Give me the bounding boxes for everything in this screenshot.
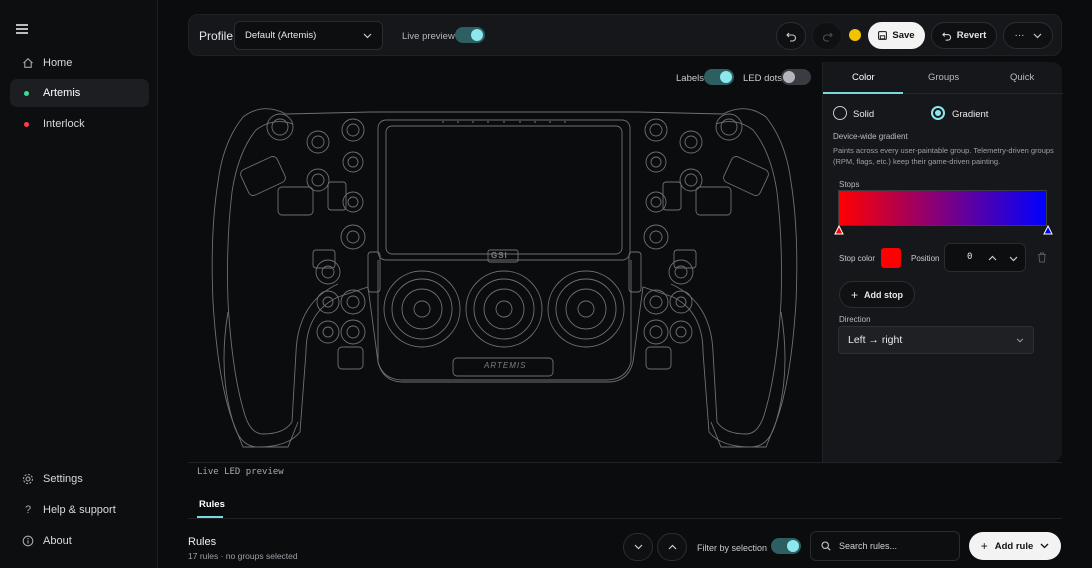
rules-count: 17 rules · no groups selected — [188, 551, 298, 561]
app-root: Home Artemis Interlock Settings ? Help &… — [0, 0, 1092, 568]
search-placeholder: Search rules... — [839, 541, 898, 551]
status-dot — [24, 121, 29, 127]
more-menu-button[interactable]: ··· — [1003, 22, 1053, 49]
trash-icon[interactable] — [1037, 252, 1047, 263]
steering-wheel-diagram — [211, 108, 798, 448]
color-panel: Color Groups Quick Solid Gradient Device… — [822, 62, 1063, 462]
save-icon — [878, 31, 888, 40]
direction-select[interactable]: Left → right — [838, 326, 1034, 354]
revert-button-label: Revert — [956, 30, 987, 41]
undo-icon — [785, 32, 796, 42]
chevron-down-icon[interactable] — [1009, 256, 1018, 262]
tab-color[interactable]: Color — [852, 72, 875, 83]
chevron-down-icon — [1033, 33, 1041, 38]
gradient-desc-body: Paints across every user-paintable group… — [833, 146, 1054, 166]
expand-all-button[interactable] — [657, 533, 687, 561]
filter-by-selection-label: Filter by selection — [697, 543, 768, 553]
revert-icon — [941, 31, 951, 41]
tab-quick[interactable]: Quick — [1010, 72, 1034, 83]
gradient-stop-end-handle[interactable] — [1043, 225, 1053, 235]
redo-button[interactable] — [812, 22, 842, 50]
rules-title: Rules — [188, 536, 217, 548]
sidebar-item-about[interactable]: About — [10, 527, 149, 555]
wheel-preview: Labels LED dots GSI ARTEMIS — [188, 62, 821, 462]
sidebar-item-help[interactable]: ? Help & support — [10, 496, 149, 524]
direction-label: Direction — [839, 315, 871, 324]
wheel-model-logo: ARTEMIS — [484, 361, 527, 370]
mode-solid-radio[interactable] — [833, 106, 847, 120]
position-stepper[interactable]: 0 — [944, 243, 1026, 272]
save-button-label: Save — [892, 30, 915, 41]
redo-icon — [822, 32, 833, 42]
plus-icon: + — [980, 539, 988, 553]
chevron-down-icon — [363, 33, 372, 39]
divider — [188, 518, 1062, 519]
position-value: 0 — [967, 252, 973, 262]
panel-tabs: Color Groups Quick — [823, 62, 1063, 94]
tab-underline — [823, 92, 903, 94]
chevron-up-icon — [668, 544, 676, 550]
sidebar-item-label: Help & support — [43, 504, 116, 516]
sidebar-item-artemis[interactable]: Artemis — [10, 79, 149, 107]
tab-rules[interactable]: Rules — [199, 499, 225, 510]
info-icon — [21, 534, 35, 548]
stop-color-label: Stop color — [839, 254, 876, 263]
stop-color-swatch[interactable] — [881, 248, 901, 268]
gear-icon — [21, 472, 35, 486]
mode-gradient-radio[interactable] — [931, 106, 945, 120]
direction-value: Left → right — [848, 334, 903, 346]
plus-icon: + — [850, 287, 858, 302]
menu-icon[interactable] — [16, 24, 28, 34]
save-button[interactable]: Save — [868, 22, 925, 49]
chevron-down-icon — [1016, 337, 1024, 342]
profile-label: Profile — [199, 29, 234, 43]
toolbar: Profile Default (Artemis) Live preview S… — [188, 14, 1062, 56]
stops-label: Stops — [839, 180, 860, 189]
chevron-down-icon — [1040, 543, 1049, 549]
mode-solid-label: Solid — [853, 109, 875, 120]
sidebar: Home Artemis Interlock Settings ? Help &… — [0, 0, 158, 568]
collapse-all-button[interactable] — [623, 533, 653, 561]
gradient-stop-start-handle[interactable] — [834, 225, 844, 235]
search-icon — [821, 541, 831, 551]
chevron-up-icon[interactable] — [988, 255, 997, 261]
wheel-brand-logo: GSI — [491, 251, 508, 260]
divider — [188, 462, 1062, 463]
undo-button[interactable] — [776, 22, 806, 50]
unsaved-indicator — [849, 29, 861, 41]
search-rules-input[interactable]: Search rules... — [810, 531, 960, 561]
chevron-down-icon — [634, 544, 642, 550]
sidebar-item-settings[interactable]: Settings — [10, 465, 149, 493]
sidebar-item-label: Artemis — [43, 87, 81, 99]
live-preview-label: Live preview — [402, 31, 455, 42]
add-stop-button[interactable]: + Add stop — [839, 281, 915, 308]
sidebar-item-label: Interlock — [43, 118, 85, 130]
preview-caption: Live LED preview — [197, 467, 284, 477]
status-dot — [24, 90, 29, 96]
sidebar-item-label: Settings — [43, 473, 83, 485]
add-stop-label: Add stop — [864, 289, 903, 300]
profile-select[interactable]: Default (Artemis) — [234, 21, 383, 50]
mode-gradient-label: Gradient — [952, 109, 989, 120]
sidebar-item-interlock[interactable]: Interlock — [10, 110, 149, 138]
revert-button[interactable]: Revert — [931, 22, 997, 49]
profile-select-value: Default (Artemis) — [245, 30, 317, 41]
gradient-desc-title: Device-wide gradient — [833, 132, 908, 141]
tab-groups[interactable]: Groups — [928, 72, 959, 83]
live-preview-toggle[interactable] — [455, 27, 485, 43]
add-rule-button[interactable]: + Add rule — [969, 532, 1061, 560]
help-icon: ? — [24, 504, 32, 516]
sidebar-item-label: About — [43, 535, 72, 547]
sidebar-item-label: Home — [43, 57, 73, 69]
sidebar-item-home[interactable]: Home — [10, 49, 149, 77]
more-icon: ··· — [1014, 30, 1025, 41]
add-rule-label: Add rule — [994, 540, 1034, 552]
filter-by-selection-toggle[interactable] — [771, 538, 801, 554]
position-label: Position — [911, 254, 940, 263]
gradient-bar[interactable] — [838, 190, 1047, 226]
home-icon — [21, 56, 35, 70]
